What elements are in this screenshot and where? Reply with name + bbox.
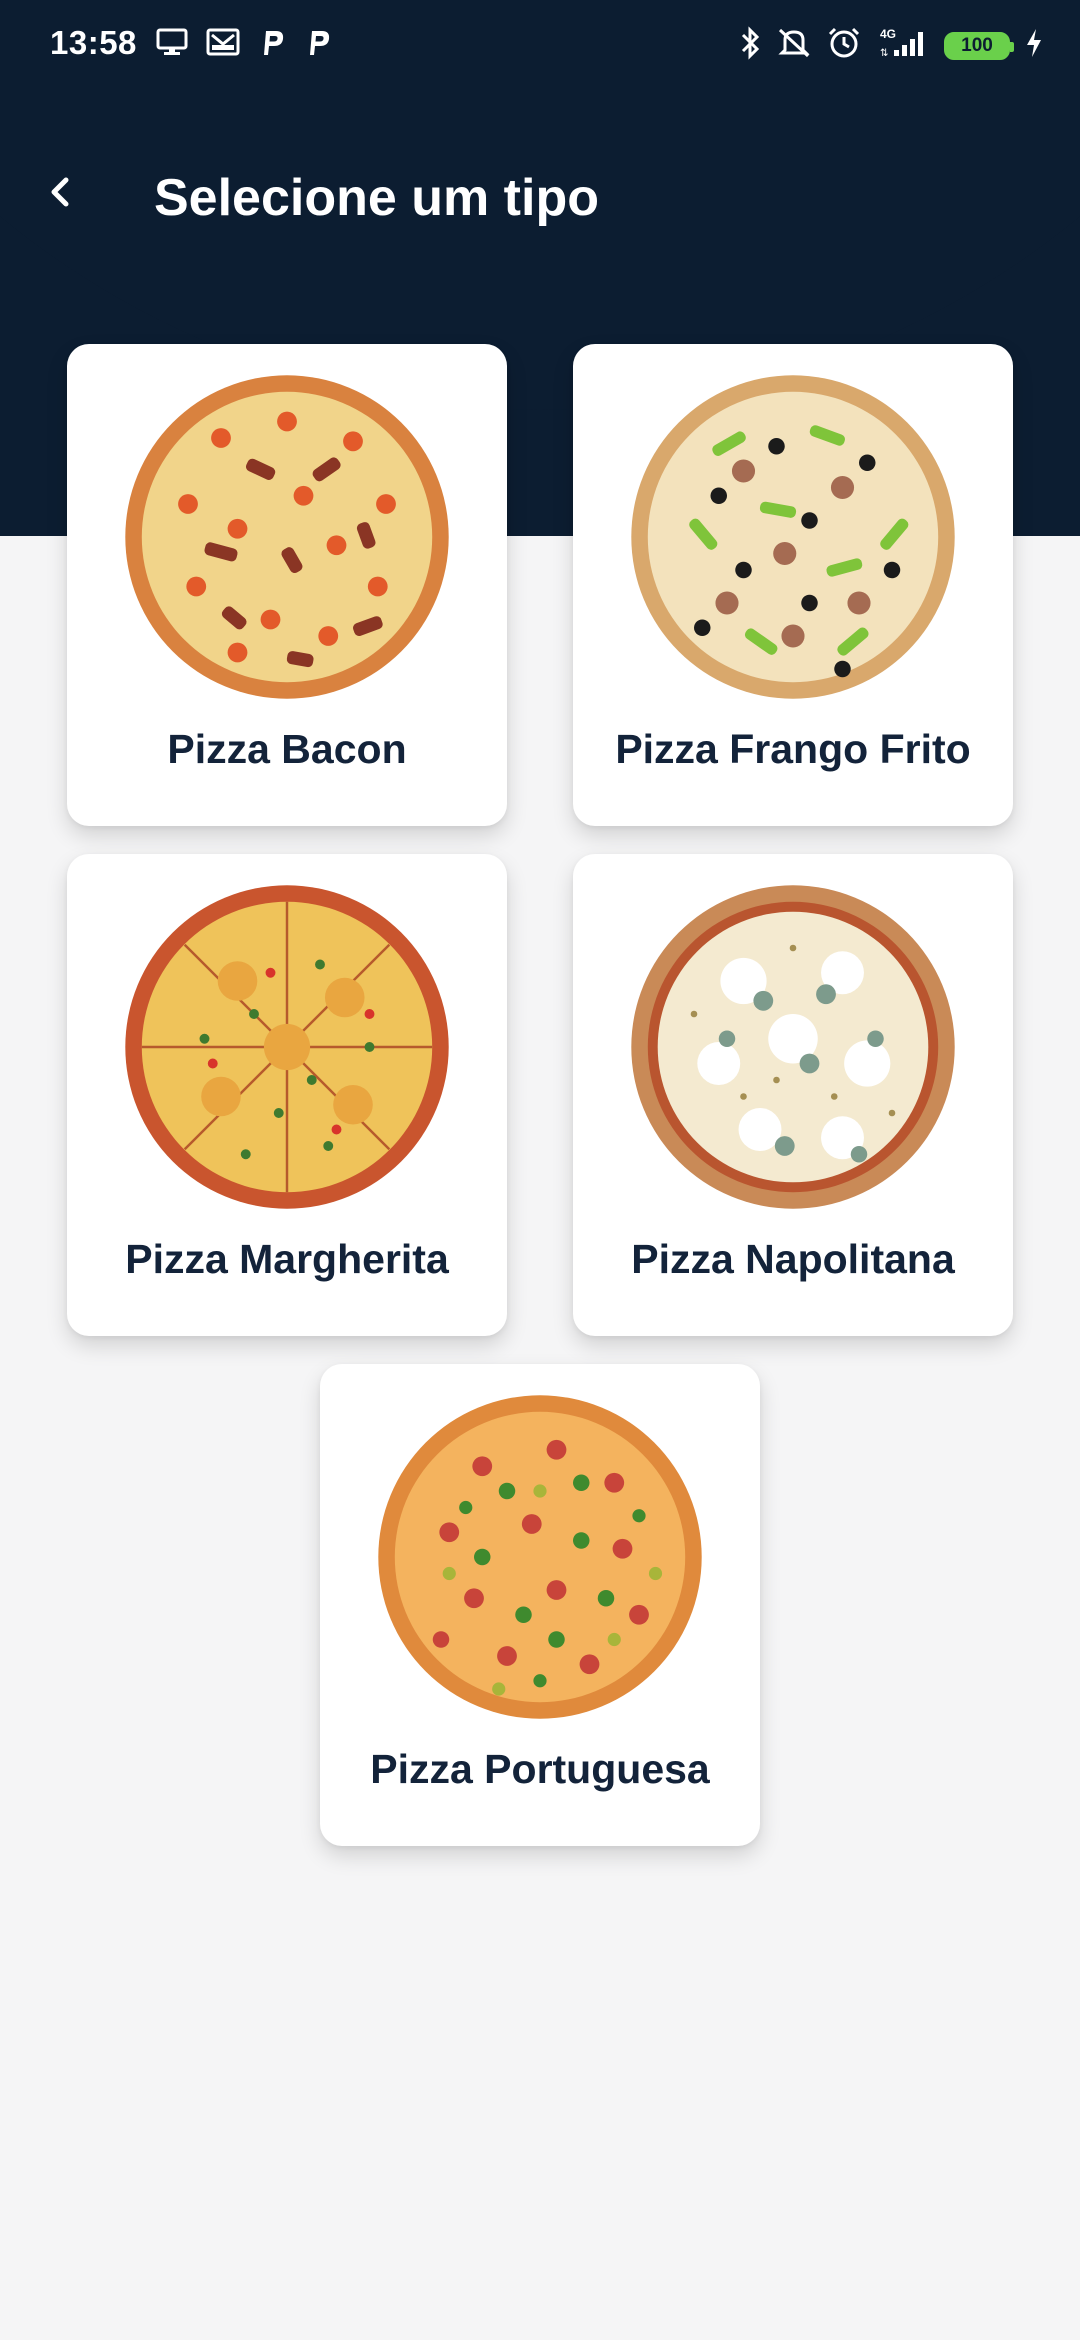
pizza-card-margherita[interactable]: Pizza Margherita (67, 854, 507, 1336)
screen-cast-icon (156, 27, 188, 62)
gmail-icon (206, 27, 240, 62)
pizza-card-portuguesa[interactable]: Pizza Portuguesa (320, 1364, 760, 1846)
pizza-label: Pizza Portuguesa (370, 1746, 710, 1792)
signal-4g-icon: 4G ⇅ (876, 26, 930, 65)
alarm-icon (826, 26, 862, 65)
pizza-card-bacon[interactable]: Pizza Bacon (67, 344, 507, 826)
pizza-label: Pizza Frango Frito (615, 726, 971, 772)
pizza-card-frango-frito[interactable]: Pizza Frango Frito (573, 344, 1013, 826)
pizza-card-napolitana[interactable]: Pizza Napolitana (573, 854, 1013, 1336)
parking-p-icon (304, 27, 332, 62)
pizza-frango-frito-image (631, 375, 955, 699)
page-title: Selecione um tipo (154, 169, 599, 227)
pizza-napolitana-image (631, 885, 955, 1209)
content-background (0, 1885, 1080, 2340)
status-left-icons (156, 27, 332, 62)
silent-mode-icon (776, 26, 812, 65)
pizza-portuguesa-image (378, 1395, 702, 1719)
pizza-label: Pizza Bacon (167, 726, 407, 772)
app-bar: Selecione um tipo (0, 140, 1080, 260)
battery-level: 100 (961, 34, 993, 56)
parking-p-icon (258, 27, 286, 62)
pizza-margherita-image (125, 885, 449, 1209)
chevron-left-icon (51, 177, 69, 207)
status-bar: 13:58 4G ⇅ 100 (0, 0, 1080, 92)
status-right-icons: 4G ⇅ 100 (740, 26, 1044, 65)
pizza-bacon-image (125, 375, 449, 699)
charging-icon (1024, 26, 1044, 65)
pizza-label: Pizza Napolitana (631, 1236, 955, 1282)
pizza-label: Pizza Margherita (125, 1236, 449, 1282)
status-time: 13:58 (50, 24, 137, 61)
svg-text:⇅: ⇅ (880, 48, 888, 59)
bluetooth-icon (740, 26, 762, 65)
back-button[interactable] (30, 162, 90, 222)
network-type-label: 4G (880, 27, 896, 41)
screen: 13:58 4G ⇅ 100 Selecione um tipo Pizza B… (0, 0, 1080, 2340)
battery-indicator: 100 (944, 31, 1014, 60)
